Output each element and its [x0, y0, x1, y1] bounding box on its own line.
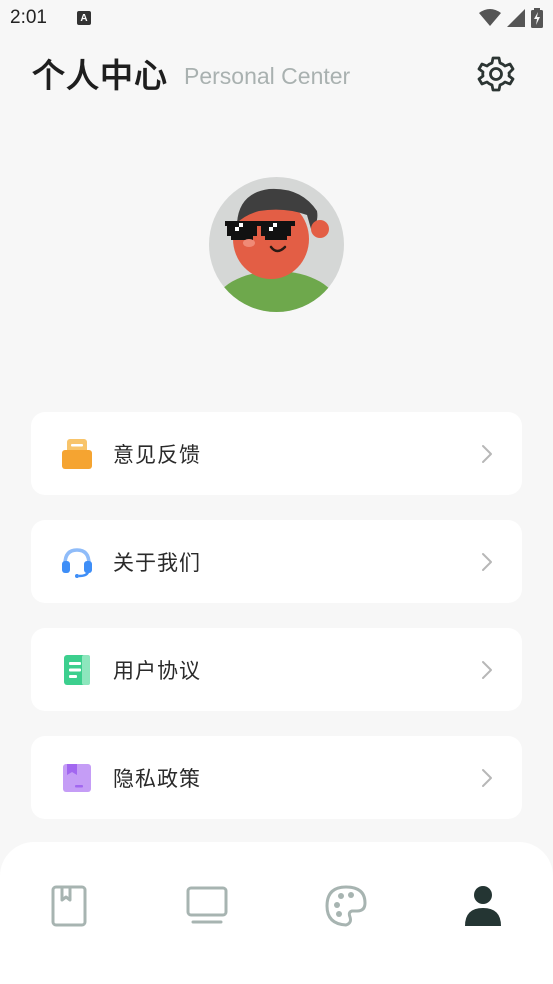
monitor-icon [186, 886, 228, 924]
document-icon [64, 655, 90, 685]
menu-item-feedback[interactable]: 意见反馈 [31, 412, 522, 495]
settings-menu: 意见反馈 关于我们 用户协议 隐私政策 [31, 412, 522, 844]
signal-icon [507, 9, 525, 27]
nav-tab-bookmarks[interactable] [47, 884, 91, 928]
avatar[interactable] [209, 177, 344, 312]
nav-tab-profile[interactable] [461, 884, 505, 928]
privacy-book-icon [63, 764, 91, 792]
chevron-right-icon [482, 553, 492, 571]
bottom-nav [0, 842, 553, 984]
avatar-image [209, 177, 344, 312]
notification-icon: A [76, 11, 91, 25]
menu-item-privacy-policy[interactable]: 隐私政策 [31, 736, 522, 819]
status-time: 2:01 [10, 7, 47, 28]
gear-icon [477, 56, 515, 92]
menu-item-label: 隐私政策 [113, 766, 201, 791]
feedback-icon [62, 439, 92, 469]
profile-person-icon [465, 886, 501, 926]
nav-tab-monitor[interactable] [185, 884, 229, 928]
menu-item-label: 关于我们 [113, 550, 201, 575]
battery-icon [531, 8, 543, 28]
chevron-right-icon [482, 661, 492, 679]
menu-item-user-agreement[interactable]: 用户协议 [31, 628, 522, 711]
chevron-right-icon [482, 445, 492, 463]
wifi-icon [479, 9, 501, 26]
menu-item-label: 用户协议 [113, 658, 201, 683]
page-subtitle: Personal Center [184, 62, 351, 89]
status-indicators [479, 8, 543, 28]
menu-item-label: 意见反馈 [113, 442, 201, 467]
menu-item-about[interactable]: 关于我们 [31, 520, 522, 603]
settings-button[interactable] [477, 55, 515, 93]
nav-tab-themes[interactable] [324, 884, 368, 928]
page-title: 个人中心 [32, 56, 168, 95]
bookmark-book-icon [51, 885, 87, 927]
header: 个人中心 Personal Center [32, 48, 521, 98]
palette-icon [325, 885, 367, 927]
chevron-right-icon [482, 769, 492, 787]
headset-icon [62, 548, 92, 578]
status-bar: 2:01 A [0, 0, 553, 36]
